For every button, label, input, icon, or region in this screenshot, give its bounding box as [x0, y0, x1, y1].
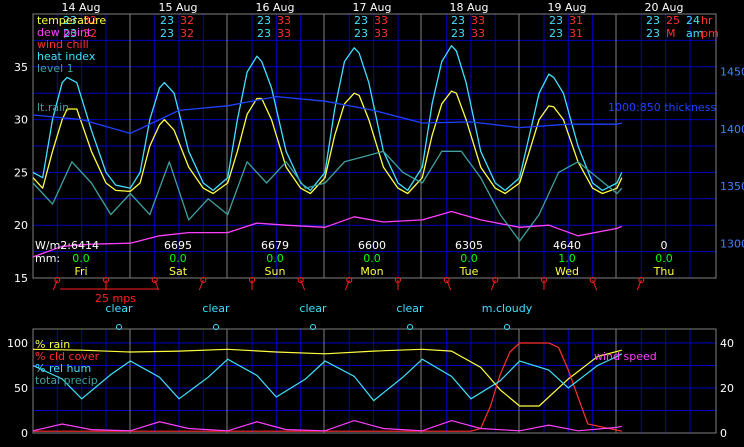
thickness-label: 1000:850 thickness [608, 101, 716, 114]
y-right-tick: 1400 [720, 123, 744, 136]
header-extra2: hr [701, 14, 713, 27]
solar-value: 6600 [358, 239, 386, 252]
sky-label: clear [396, 302, 424, 315]
precip-value: 0.0 [460, 252, 478, 265]
date-label: 18 Aug [450, 1, 489, 14]
header-max: 33 [374, 14, 388, 27]
y-right-tick: 1300 [720, 238, 744, 251]
solar-value: 6695 [164, 239, 192, 252]
header-min: 23 [549, 14, 563, 27]
solar-value: 0 [661, 239, 668, 252]
y-right-tick: 1450 [720, 65, 744, 78]
y-left-tick-lower: 0 [21, 427, 28, 440]
header-max: 32 [180, 27, 194, 40]
y-left-tick: 35 [14, 61, 28, 74]
header-extra: 24 [686, 14, 700, 27]
header-min: 23 [160, 27, 174, 40]
y-left-tick: 25 [14, 166, 28, 179]
sky-label: clear [299, 302, 327, 315]
header-max: 31 [569, 14, 583, 27]
sky-label: m.cloudy [482, 302, 533, 315]
y-right-tick-lower: 40 [720, 337, 734, 350]
y-left-tick: 30 [14, 114, 28, 127]
y-right-tick-lower: 0 [720, 427, 727, 440]
date-label: 20 Aug [645, 1, 684, 14]
lt-rain-label: lt.rain [37, 101, 69, 114]
mm-label: mm: [35, 252, 60, 265]
weather-chart: 15 20 25 30 35 1300 1350 1400 1450 0 50 100 0 20 40 14 … [0, 0, 744, 447]
precip-value: 1.0 [558, 252, 576, 265]
header-extra2: pm [701, 27, 719, 40]
header-min: 23 [354, 14, 368, 27]
date-label: 17 Aug [353, 1, 392, 14]
header-min: 23 [549, 27, 563, 40]
header-max: 31 [569, 27, 583, 40]
y-right-tick: 1350 [720, 180, 744, 193]
wind-speed-label: wind speed [594, 350, 657, 363]
y-left-tick-lower: 50 [14, 382, 28, 395]
legend-entry-lower: total precip [35, 374, 98, 387]
header-min: 23 [646, 14, 660, 27]
header-min: 23 [257, 14, 271, 27]
y-left-tick: 20 [14, 219, 28, 232]
legend-entry: level 1 [37, 62, 74, 75]
header-min: 23 [451, 27, 465, 40]
sky-label: clear [105, 302, 133, 315]
header-min: 23 [160, 14, 174, 27]
day-name: Fri [74, 265, 87, 278]
precip-value: 0.0 [363, 252, 381, 265]
date-label: 14 Aug [62, 1, 101, 14]
day-name: Mon [360, 265, 383, 278]
precip-value: 0.0 [266, 252, 284, 265]
precip-value: 0.0 [655, 252, 673, 265]
header-min: 23 [354, 27, 368, 40]
date-label: 15 Aug [159, 1, 198, 14]
y-left-tick-lower: 100 [7, 337, 28, 350]
date-label: 16 Aug [256, 1, 295, 14]
wm2-label: W/m2:6414 [35, 239, 99, 252]
sky-label: clear [202, 302, 230, 315]
y-left-tick: 15 [14, 272, 28, 285]
header-max: M [666, 27, 676, 40]
header-max: 33 [277, 27, 291, 40]
header-min: 23 [451, 14, 465, 27]
solar-value: 4640 [553, 239, 581, 252]
date-label: 19 Aug [548, 1, 587, 14]
day-name: Thu [653, 265, 675, 278]
header-max: 32 [180, 14, 194, 27]
y-right-tick-lower: 20 [720, 382, 734, 395]
day-name: Sat [169, 265, 188, 278]
header-max: 33 [374, 27, 388, 40]
day-name: Sun [265, 265, 286, 278]
header-max: 33 [471, 14, 485, 27]
header-max: 33 [471, 27, 485, 40]
header-min: 23 [257, 27, 271, 40]
day-name: Tue [459, 265, 479, 278]
header-max: 25 [666, 14, 680, 27]
solar-value: 6679 [261, 239, 289, 252]
header-min: 23 [646, 27, 660, 40]
precip-value: 0.0 [169, 252, 187, 265]
precip-value: 0.0 [72, 252, 90, 265]
day-name: Wed [555, 265, 579, 278]
header-max: 33 [277, 14, 291, 27]
solar-value: 6305 [455, 239, 483, 252]
